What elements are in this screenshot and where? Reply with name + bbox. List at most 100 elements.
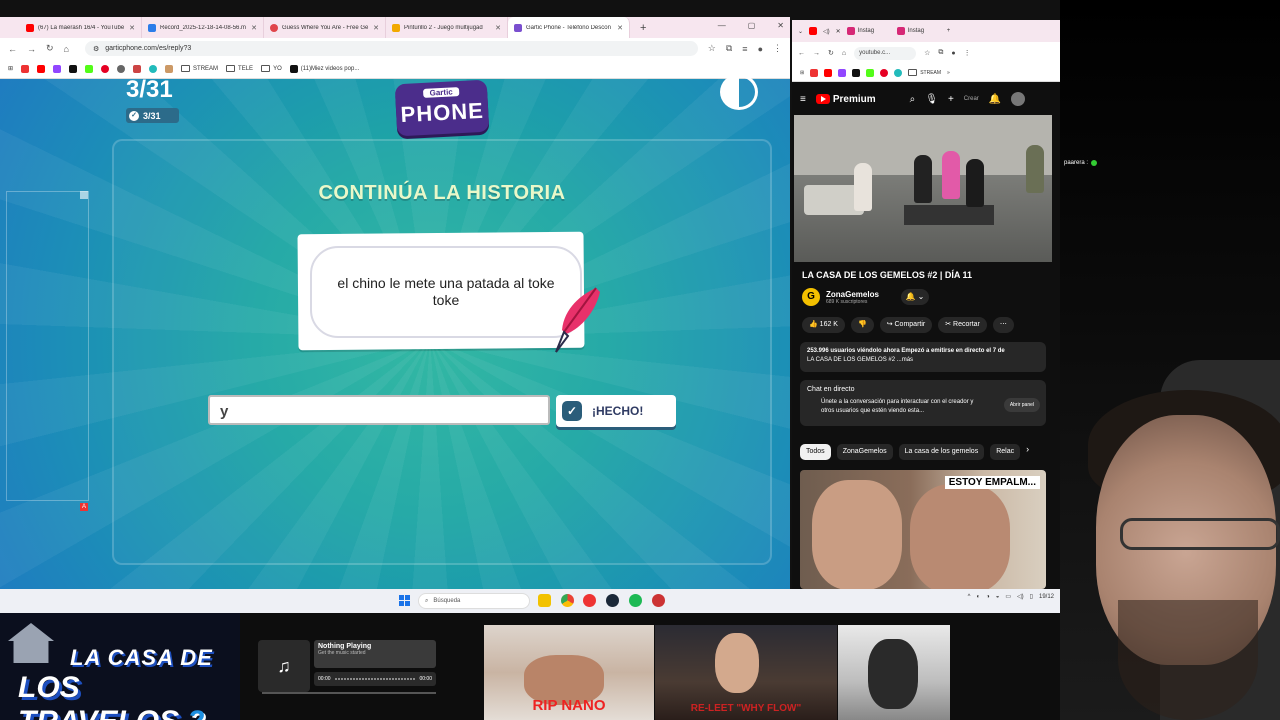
tiktok-icon[interactable] bbox=[852, 68, 861, 77]
youtube-icon[interactable] bbox=[824, 68, 833, 77]
file-explorer-icon[interactable] bbox=[538, 594, 551, 607]
tab-search-icon[interactable]: ⌄ bbox=[798, 28, 803, 35]
share-button[interactable]: ↪ Compartir bbox=[879, 317, 933, 333]
done-button[interactable]: ✓ ¡HECHO! bbox=[556, 395, 676, 427]
forward-icon[interactable]: → bbox=[813, 50, 820, 57]
kick-icon[interactable] bbox=[866, 68, 875, 77]
audio-icon[interactable]: ◁) bbox=[823, 28, 830, 35]
close-icon[interactable]: ✕ bbox=[495, 24, 501, 32]
chevron-up-icon[interactable]: ^ bbox=[968, 594, 971, 600]
spotify-icon[interactable] bbox=[629, 594, 642, 607]
back-icon[interactable]: ← bbox=[8, 44, 17, 54]
app-icon[interactable] bbox=[583, 594, 596, 607]
channel-name[interactable]: ZonaGemelos bbox=[826, 290, 879, 299]
browser-tab[interactable]: (67) La maerash 16/4 - YouTube ✕ bbox=[20, 17, 142, 38]
close-window-icon[interactable]: ✕ bbox=[777, 21, 784, 30]
tiktok-icon[interactable] bbox=[69, 64, 78, 73]
menu-icon[interactable]: ⋮ bbox=[964, 49, 971, 57]
bookmark-link[interactable]: (11)Miez videos pop... bbox=[289, 64, 359, 73]
apps-icon[interactable]: ⊞ bbox=[8, 65, 13, 72]
url-field[interactable]: ⚙ garticphone.com/es/reply?3 bbox=[84, 41, 698, 56]
notifications-bell-icon[interactable]: 🔔 bbox=[989, 94, 1001, 105]
site-info-icon[interactable]: ⚙ bbox=[93, 45, 99, 53]
menu-icon[interactable]: ⋮ bbox=[773, 43, 782, 54]
bookmark-icon[interactable] bbox=[165, 64, 174, 73]
bookmark-icon[interactable] bbox=[894, 68, 903, 77]
create-label[interactable]: Crear bbox=[964, 96, 979, 102]
close-icon[interactable]: ✕ bbox=[373, 24, 379, 32]
profile-icon[interactable]: ● bbox=[951, 50, 955, 57]
bookmark-folder-stream[interactable]: STREAM bbox=[908, 69, 941, 76]
url-field[interactable]: youtube.c... bbox=[854, 46, 917, 60]
tray-app-icon[interactable]: ◑ bbox=[986, 594, 990, 600]
close-icon[interactable]: ✕ bbox=[617, 24, 623, 32]
close-icon[interactable]: ✕ bbox=[836, 28, 841, 35]
youtube-icon[interactable] bbox=[809, 27, 818, 35]
clip-button[interactable]: ✂ Recortar bbox=[938, 317, 987, 333]
extensions-icon[interactable]: ⧉ bbox=[938, 49, 943, 57]
create-icon[interactable]: + bbox=[948, 94, 954, 105]
back-icon[interactable]: ← bbox=[798, 50, 805, 57]
chrome-icon[interactable] bbox=[561, 594, 574, 607]
microphone-icon[interactable]: 🎙 bbox=[925, 94, 938, 105]
channel-avatar[interactable]: G bbox=[802, 288, 820, 306]
answer-input[interactable]: y bbox=[208, 395, 550, 425]
media-icon[interactable]: ≡ bbox=[742, 44, 747, 54]
bookmark-icon[interactable] bbox=[21, 64, 30, 73]
hamburger-menu-icon[interactable]: ≡ bbox=[800, 94, 806, 105]
steam-icon[interactable] bbox=[606, 594, 619, 607]
minimize-icon[interactable]: — bbox=[718, 21, 726, 30]
bookmark-icon[interactable] bbox=[810, 68, 819, 77]
chip-channel[interactable]: ZonaGemelos bbox=[836, 444, 893, 460]
home-icon[interactable]: ⌂ bbox=[842, 50, 846, 57]
reload-icon[interactable]: ↻ bbox=[828, 49, 834, 57]
extensions-icon[interactable]: ⧉ bbox=[726, 43, 732, 54]
kick-icon[interactable] bbox=[85, 64, 94, 73]
video-player[interactable] bbox=[794, 115, 1052, 262]
new-tab-button[interactable]: + bbox=[947, 28, 951, 34]
close-icon[interactable]: ✕ bbox=[129, 24, 135, 32]
recommended-video-thumbnail[interactable]: ESTOY EMPALM... bbox=[800, 470, 1046, 589]
app-icon[interactable] bbox=[652, 594, 665, 607]
forward-icon[interactable]: → bbox=[27, 44, 36, 54]
taskbar-search[interactable]: ⌕ Búsqueda bbox=[418, 593, 530, 609]
bookmark-folder-stream[interactable]: STREAM bbox=[181, 65, 218, 72]
profile-icon[interactable]: ● bbox=[758, 44, 763, 54]
maximize-icon[interactable]: ▢ bbox=[748, 21, 756, 30]
new-tab-button[interactable]: + bbox=[640, 22, 646, 34]
battery-icon[interactable]: ▯ bbox=[1030, 593, 1033, 600]
bookmark-star-icon[interactable]: ☆ bbox=[924, 49, 930, 57]
dislike-button[interactable]: 👎 bbox=[850, 317, 874, 333]
resize-handle[interactable] bbox=[80, 191, 88, 199]
tray-app-icon[interactable]: ◒ bbox=[996, 594, 1000, 600]
bookmark-folder-tele[interactable]: TELE bbox=[226, 65, 253, 72]
bookmark-icon[interactable] bbox=[133, 64, 142, 73]
browser-tab[interactable]: Instag bbox=[896, 27, 941, 35]
bookmark-star-icon[interactable]: ☆ bbox=[708, 43, 716, 54]
video-description[interactable]: 253.996 usuarios viéndolo ahora Empezó a… bbox=[800, 342, 1046, 372]
close-icon[interactable]: ✕ bbox=[251, 24, 257, 32]
browser-tab[interactable]: Instag bbox=[846, 27, 891, 35]
contrast-toggle-icon[interactable] bbox=[720, 74, 758, 110]
reload-icon[interactable]: ↻ bbox=[46, 43, 54, 54]
pinterest-icon[interactable] bbox=[880, 68, 889, 77]
apps-icon[interactable]: ⊞ bbox=[800, 70, 804, 76]
chip-related[interactable]: Relac bbox=[990, 444, 1021, 460]
more-actions-button[interactable]: ⋯ bbox=[992, 317, 1014, 333]
bookmark-folder-yo[interactable]: YO bbox=[261, 65, 282, 72]
browser-tab[interactable]: Guess Where You Are - Free Ge ✕ bbox=[264, 17, 386, 38]
search-icon[interactable]: ⌕ bbox=[910, 94, 916, 105]
start-button[interactable] bbox=[399, 595, 410, 606]
like-button[interactable]: 👍 162 K bbox=[802, 317, 845, 333]
clock[interactable]: 19/12 bbox=[1039, 594, 1054, 600]
twitch-icon[interactable] bbox=[53, 64, 62, 73]
home-icon[interactable]: ⌂ bbox=[64, 44, 69, 54]
youtube-logo[interactable]: Premium bbox=[815, 94, 876, 105]
network-icon[interactable]: ▭ bbox=[1005, 593, 1011, 600]
chip-topic[interactable]: La casa de los gemelos bbox=[898, 444, 985, 460]
bookmark-icon[interactable] bbox=[149, 64, 158, 73]
browser-tab[interactable]: Pinturillo 2 - Juego multijugad ✕ bbox=[386, 17, 508, 38]
browser-tab-active[interactable]: Gartic Phone - Teléfono Descon ✕ bbox=[508, 17, 630, 38]
bookmark-icon[interactable] bbox=[117, 64, 126, 73]
twitch-icon[interactable] bbox=[838, 68, 847, 77]
